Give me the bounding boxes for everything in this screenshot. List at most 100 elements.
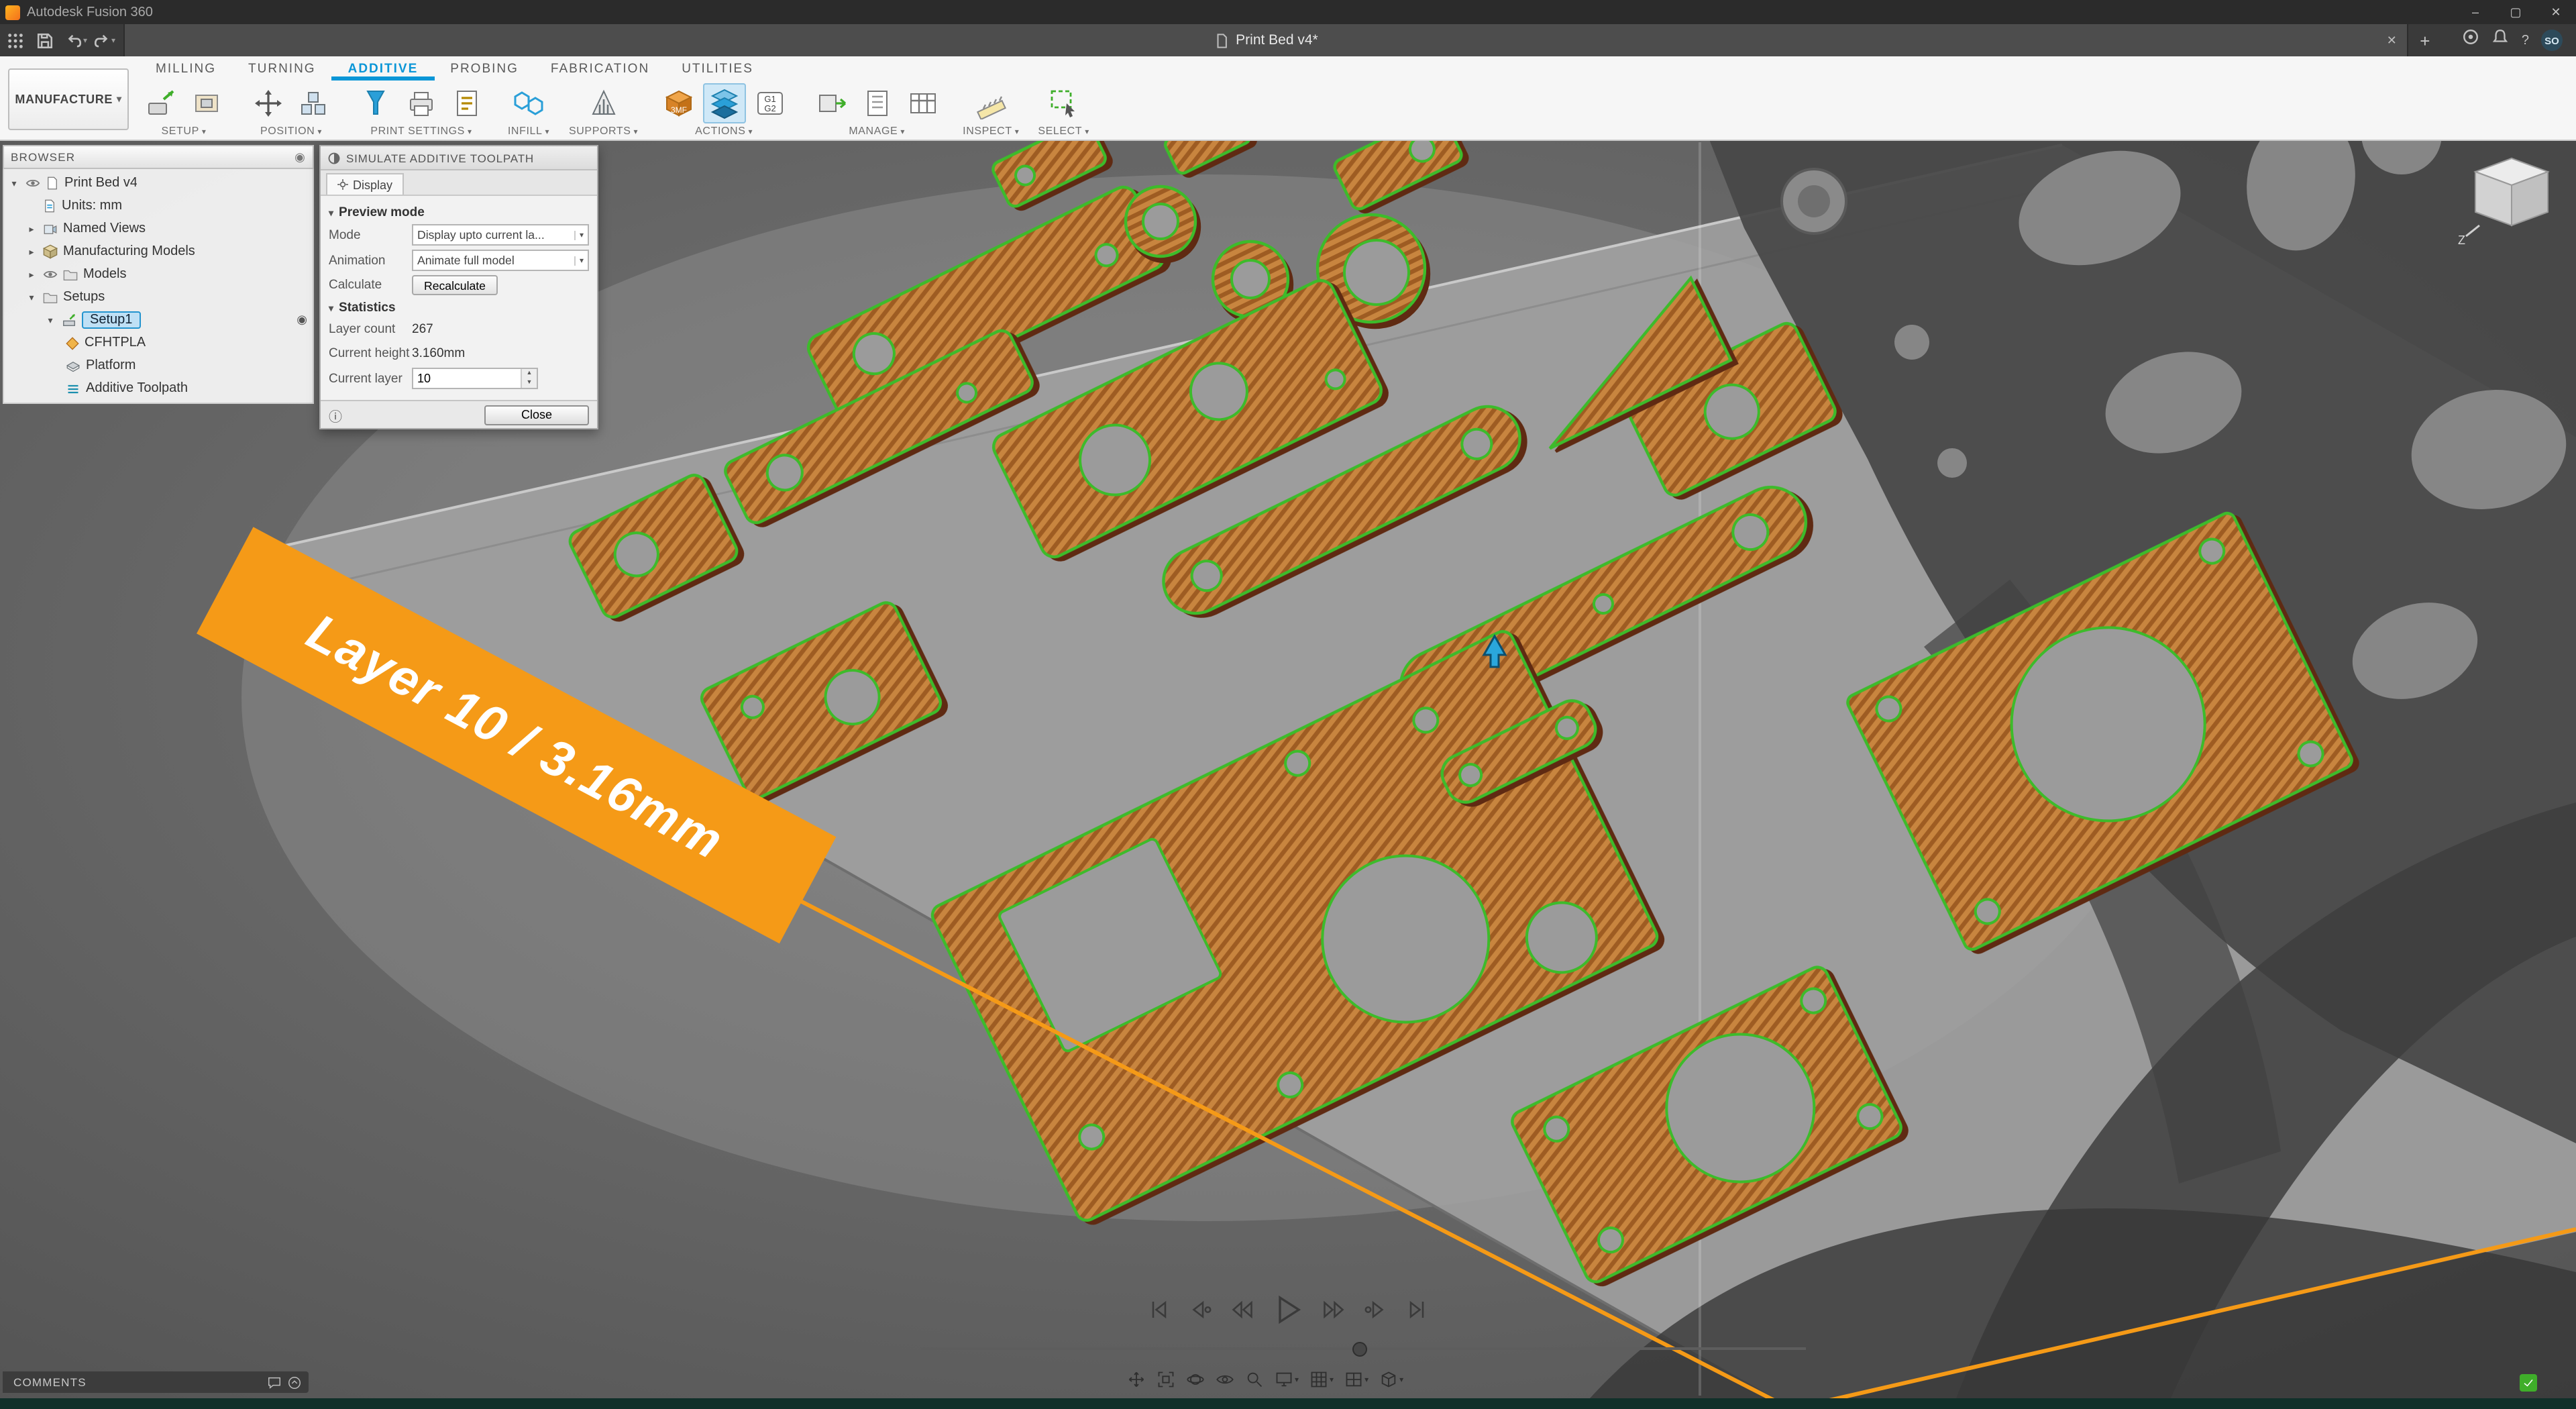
display-settings-icon[interactable]: ▾ <box>1275 1370 1299 1389</box>
simulation-timeline-slider[interactable] <box>920 1341 1806 1357</box>
close-window-button[interactable]: ✕ <box>2536 0 2576 24</box>
comment-bubble-icon[interactable] <box>267 1375 282 1390</box>
expand-arrow-icon[interactable]: ▸ <box>25 223 38 234</box>
slider-handle[interactable] <box>1352 1342 1367 1357</box>
simulate-toolpath-button[interactable] <box>702 83 745 123</box>
browser-header[interactable]: BROWSER ◉ <box>3 145 314 169</box>
redo-caret-icon[interactable]: ▾ <box>111 36 115 45</box>
current-layer-input[interactable] <box>413 369 521 388</box>
browser-item-named-views[interactable]: ▸ Named Views <box>4 217 313 240</box>
browser-item-cfhtpla[interactable]: CFHTPLA <box>4 331 313 354</box>
animation-select[interactable]: Animate full model ▾ <box>412 250 589 271</box>
print-profile-button[interactable] <box>445 83 488 123</box>
group-label-setup[interactable]: SETUP▾ <box>162 125 207 137</box>
group-label-manage[interactable]: MANAGE▾ <box>849 125 905 137</box>
browser-item-platform[interactable]: Platform <box>4 354 313 377</box>
app-grid-icon[interactable] <box>0 28 30 52</box>
group-label-inspect[interactable]: INSPECT▾ <box>963 125 1019 137</box>
mode-select[interactable]: Display upto current la... ▾ <box>412 224 589 246</box>
preview-mode-section-header[interactable]: ▾ Preview mode <box>329 205 589 220</box>
workspace-selector[interactable]: MANUFACTURE ▾ <box>8 68 129 130</box>
play-button[interactable] <box>1272 1294 1304 1333</box>
tab-probing[interactable]: PROBING <box>434 59 535 81</box>
expand-arrow-icon[interactable]: ▾ <box>25 292 38 303</box>
skip-to-end-button[interactable] <box>1405 1298 1429 1328</box>
tab-display[interactable]: Display <box>326 173 403 195</box>
browser-item-print-bed[interactable]: ▾ Print Bed v4 <box>4 172 313 195</box>
step-forward-button[interactable] <box>1322 1298 1346 1328</box>
manage-table-button[interactable] <box>901 83 944 123</box>
notifications-icon[interactable] <box>2492 28 2510 52</box>
next-operation-button[interactable] <box>1363 1298 1387 1328</box>
pan-icon[interactable] <box>1127 1370 1146 1389</box>
orbit-icon[interactable] <box>1186 1370 1205 1389</box>
browser-item-manufacturing-models[interactable]: ▸ Manufacturing Models <box>4 240 313 263</box>
expand-arrow-icon[interactable]: ▸ <box>25 269 38 280</box>
supports-button[interactable] <box>582 83 625 123</box>
user-avatar[interactable]: SO <box>2541 30 2563 51</box>
visibility-eye-icon[interactable] <box>25 176 40 191</box>
zoom-icon[interactable] <box>1245 1370 1264 1389</box>
spin-up-icon[interactable]: ▲ <box>522 369 537 378</box>
browser-item-models[interactable]: ▸ Models <box>4 263 313 286</box>
group-label-infill[interactable]: INFILL▾ <box>508 125 549 137</box>
expand-arrow-icon[interactable]: ▾ <box>44 315 56 325</box>
minimize-button[interactable]: – <box>2455 0 2496 24</box>
new-tab-button[interactable]: + <box>2409 30 2441 50</box>
fdm-settings-button[interactable] <box>354 83 397 123</box>
browser-popout-icon[interactable]: ◉ <box>294 150 306 164</box>
section-collapse-icon[interactable]: ▾ <box>329 303 333 313</box>
browser-item-setup1[interactable]: ▾ Setup1 ◉ <box>4 309 313 331</box>
tab-fabrication[interactable]: FABRICATION <box>535 59 665 81</box>
post-process-button[interactable]: G1G2 <box>748 83 791 123</box>
recalculate-button[interactable]: Recalculate <box>412 275 498 295</box>
save-icon[interactable] <box>30 28 59 52</box>
manage-export-button[interactable] <box>810 83 853 123</box>
expand-arrow-icon[interactable]: ▾ <box>8 178 20 189</box>
spin-down-icon[interactable]: ▼ <box>522 378 537 388</box>
statistics-section-header[interactable]: ▾ Statistics <box>329 301 589 315</box>
group-label-supports[interactable]: SUPPORTS▾ <box>569 125 638 137</box>
step-back-button[interactable] <box>1230 1298 1254 1328</box>
look-at-icon[interactable] <box>1216 1370 1234 1389</box>
previous-operation-button[interactable] <box>1189 1298 1213 1328</box>
tab-utilities[interactable]: UTILITIES <box>665 59 769 81</box>
maximize-button[interactable]: ▢ <box>2496 0 2536 24</box>
group-label-print-settings[interactable]: PRINT SETTINGS▾ <box>370 125 472 137</box>
group-label-actions[interactable]: ACTIONS▾ <box>695 125 753 137</box>
document-tab[interactable]: Print Bed v4* ✕ <box>123 24 2409 56</box>
visibility-eye-icon[interactable] <box>43 267 58 282</box>
comments-bar[interactable]: COMMENTS <box>3 1371 309 1393</box>
group-label-position[interactable]: POSITION▾ <box>260 125 322 137</box>
new-setup-button[interactable] <box>140 83 182 123</box>
dialog-titlebar[interactable]: SIMULATE ADDITIVE TOOLPATH <box>321 146 597 170</box>
fit-icon[interactable] <box>1157 1370 1175 1389</box>
tab-milling[interactable]: MILLING <box>140 59 232 81</box>
status-ok-icon[interactable] <box>2520 1374 2537 1392</box>
browser-item-additive-toolpath[interactable]: Additive Toolpath <box>4 377 313 400</box>
section-collapse-icon[interactable]: ▾ <box>329 207 333 218</box>
move-button[interactable] <box>247 83 290 123</box>
skip-to-start-button[interactable] <box>1147 1298 1171 1328</box>
extensions-icon[interactable] <box>2463 28 2480 52</box>
infill-button[interactable] <box>507 83 550 123</box>
tab-turning[interactable]: TURNING <box>232 59 332 81</box>
help-icon[interactable]: ? <box>2522 33 2529 48</box>
measure-button[interactable] <box>969 83 1012 123</box>
print-settings-button[interactable] <box>400 83 443 123</box>
expand-arrow-icon[interactable]: ▸ <box>25 246 38 257</box>
tab-additive[interactable]: ADDITIVE <box>332 59 435 81</box>
expand-panel-icon[interactable] <box>287 1375 302 1390</box>
active-setup-radio-icon[interactable]: ◉ <box>297 313 307 327</box>
grid-settings-icon[interactable]: ▾ <box>1309 1370 1334 1389</box>
setup-stock-button[interactable] <box>185 83 228 123</box>
arrange-button[interactable] <box>292 83 335 123</box>
browser-item-units[interactable]: Units: mm <box>4 195 313 217</box>
group-label-select[interactable]: SELECT▾ <box>1038 125 1089 137</box>
manage-sheet-button[interactable] <box>855 83 898 123</box>
info-icon[interactable]: ⓘ <box>329 405 342 425</box>
viewports-icon[interactable]: ▾ <box>1344 1370 1368 1389</box>
tab-close-icon[interactable]: ✕ <box>2387 33 2397 48</box>
browser-item-setups[interactable]: ▾ Setups <box>4 286 313 309</box>
visual-style-icon[interactable]: ▾ <box>1379 1370 1403 1389</box>
